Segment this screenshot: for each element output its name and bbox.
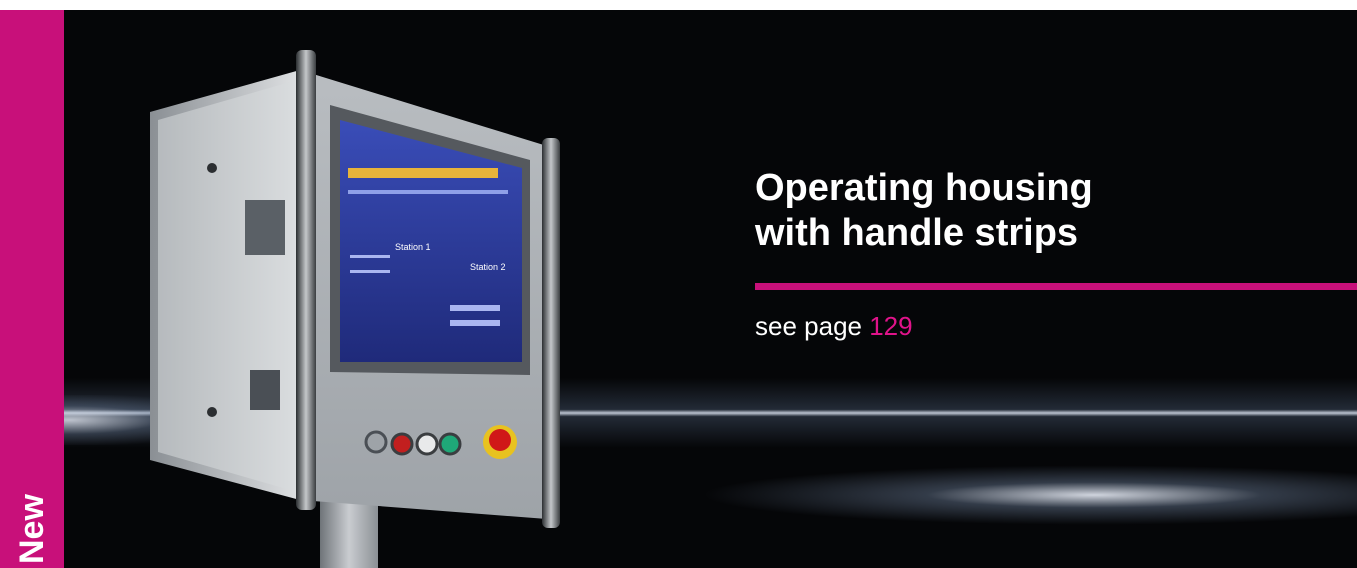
handle-strip-right	[542, 138, 560, 528]
white-button	[415, 432, 439, 456]
headline-line-2: with handle strips	[755, 212, 1079, 254]
new-badge: New	[0, 440, 64, 568]
top-margin	[0, 0, 1357, 10]
accent-rule	[755, 283, 1357, 290]
page-reference: see page 129	[755, 310, 913, 342]
red-button	[390, 432, 414, 456]
handle-strip-left	[296, 50, 316, 510]
headline: Operating housing with handle strips	[755, 166, 1315, 256]
light-streak-right	[700, 465, 1357, 525]
green-button	[438, 432, 462, 456]
headline-line-1: Operating housing	[755, 167, 1093, 209]
screen-station-2: Station 2	[470, 262, 506, 272]
key-switch	[364, 430, 388, 454]
banner: New Station 1 Station 2 Operating housin…	[0, 0, 1357, 568]
page-reference-prefix: see page	[755, 311, 862, 341]
screen-station-1: Station 1	[395, 242, 431, 252]
product-image: Station 1 Station 2	[150, 50, 560, 568]
new-badge-label: New	[13, 494, 51, 564]
page-number[interactable]: 129	[869, 311, 912, 341]
